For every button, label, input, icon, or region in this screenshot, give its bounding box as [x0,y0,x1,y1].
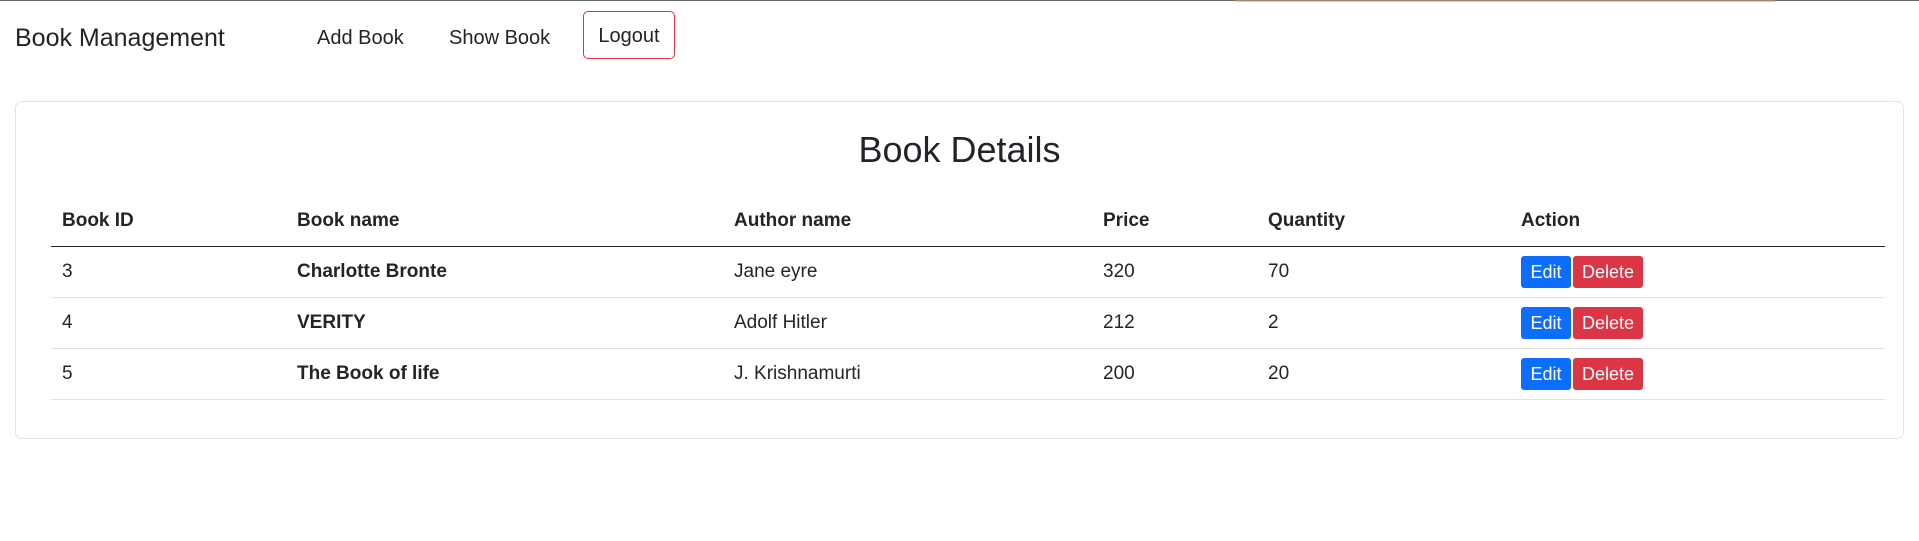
column-header-author-name: Author name [723,196,1092,247]
table-row: 3 Charlotte Bronte Jane eyre 320 70 Edit… [51,246,1885,298]
cell-quantity: 20 [1257,348,1510,400]
page-title: Book Details [858,129,1061,170]
edit-button[interactable]: Edit [1521,358,1571,390]
cell-action: Edit Delete [1510,297,1885,349]
cell-author-name: Jane eyre [723,246,1092,298]
column-header-price: Price [1092,196,1257,247]
edit-button[interactable]: Edit [1521,256,1571,288]
cell-book-name: Charlotte Bronte [286,246,723,298]
cell-quantity: 2 [1257,297,1510,349]
column-header-book-name: Book name [286,196,723,247]
delete-button[interactable]: Delete [1573,358,1643,390]
table-row: 5 The Book of life J. Krishnamurti 200 2… [51,348,1885,400]
cell-book-name: The Book of life [286,348,723,400]
navbar: Book Management Add Book Show Book Logou… [0,0,1919,76]
cell-book-id: 4 [51,297,286,349]
cell-book-name: VERITY [286,297,723,349]
column-header-quantity: Quantity [1257,196,1510,247]
column-header-book-id: Book ID [51,196,286,247]
book-details-card: Book Details Book ID Book name Author na… [15,101,1904,439]
delete-button[interactable]: Delete [1573,256,1643,288]
delete-button[interactable]: Delete [1573,307,1643,339]
nav-link-show-book[interactable]: Show Book [449,24,550,52]
cell-price: 212 [1092,297,1257,349]
books-table: Book ID Book name Author name Price Quan… [51,196,1885,400]
navbar-brand[interactable]: Book Management [15,22,225,54]
cell-quantity: 70 [1257,246,1510,298]
cell-action: Edit Delete [1510,246,1885,298]
edit-button[interactable]: Edit [1521,307,1571,339]
cell-price: 200 [1092,348,1257,400]
cell-action: Edit Delete [1510,348,1885,400]
table-row: 4 VERITY Adolf Hitler 212 2 Edit Delete [51,297,1885,349]
cell-author-name: J. Krishnamurti [723,348,1092,400]
cell-price: 320 [1092,246,1257,298]
cell-book-id: 5 [51,348,286,400]
column-header-action: Action [1510,196,1885,247]
table-header-row: Book ID Book name Author name Price Quan… [51,196,1885,247]
cell-author-name: Adolf Hitler [723,297,1092,349]
cell-book-id: 3 [51,246,286,298]
books-table-wrapper: Book ID Book name Author name Price Quan… [51,196,1885,400]
nav-link-add-book[interactable]: Add Book [317,24,404,52]
logout-button[interactable]: Logout [583,11,675,59]
